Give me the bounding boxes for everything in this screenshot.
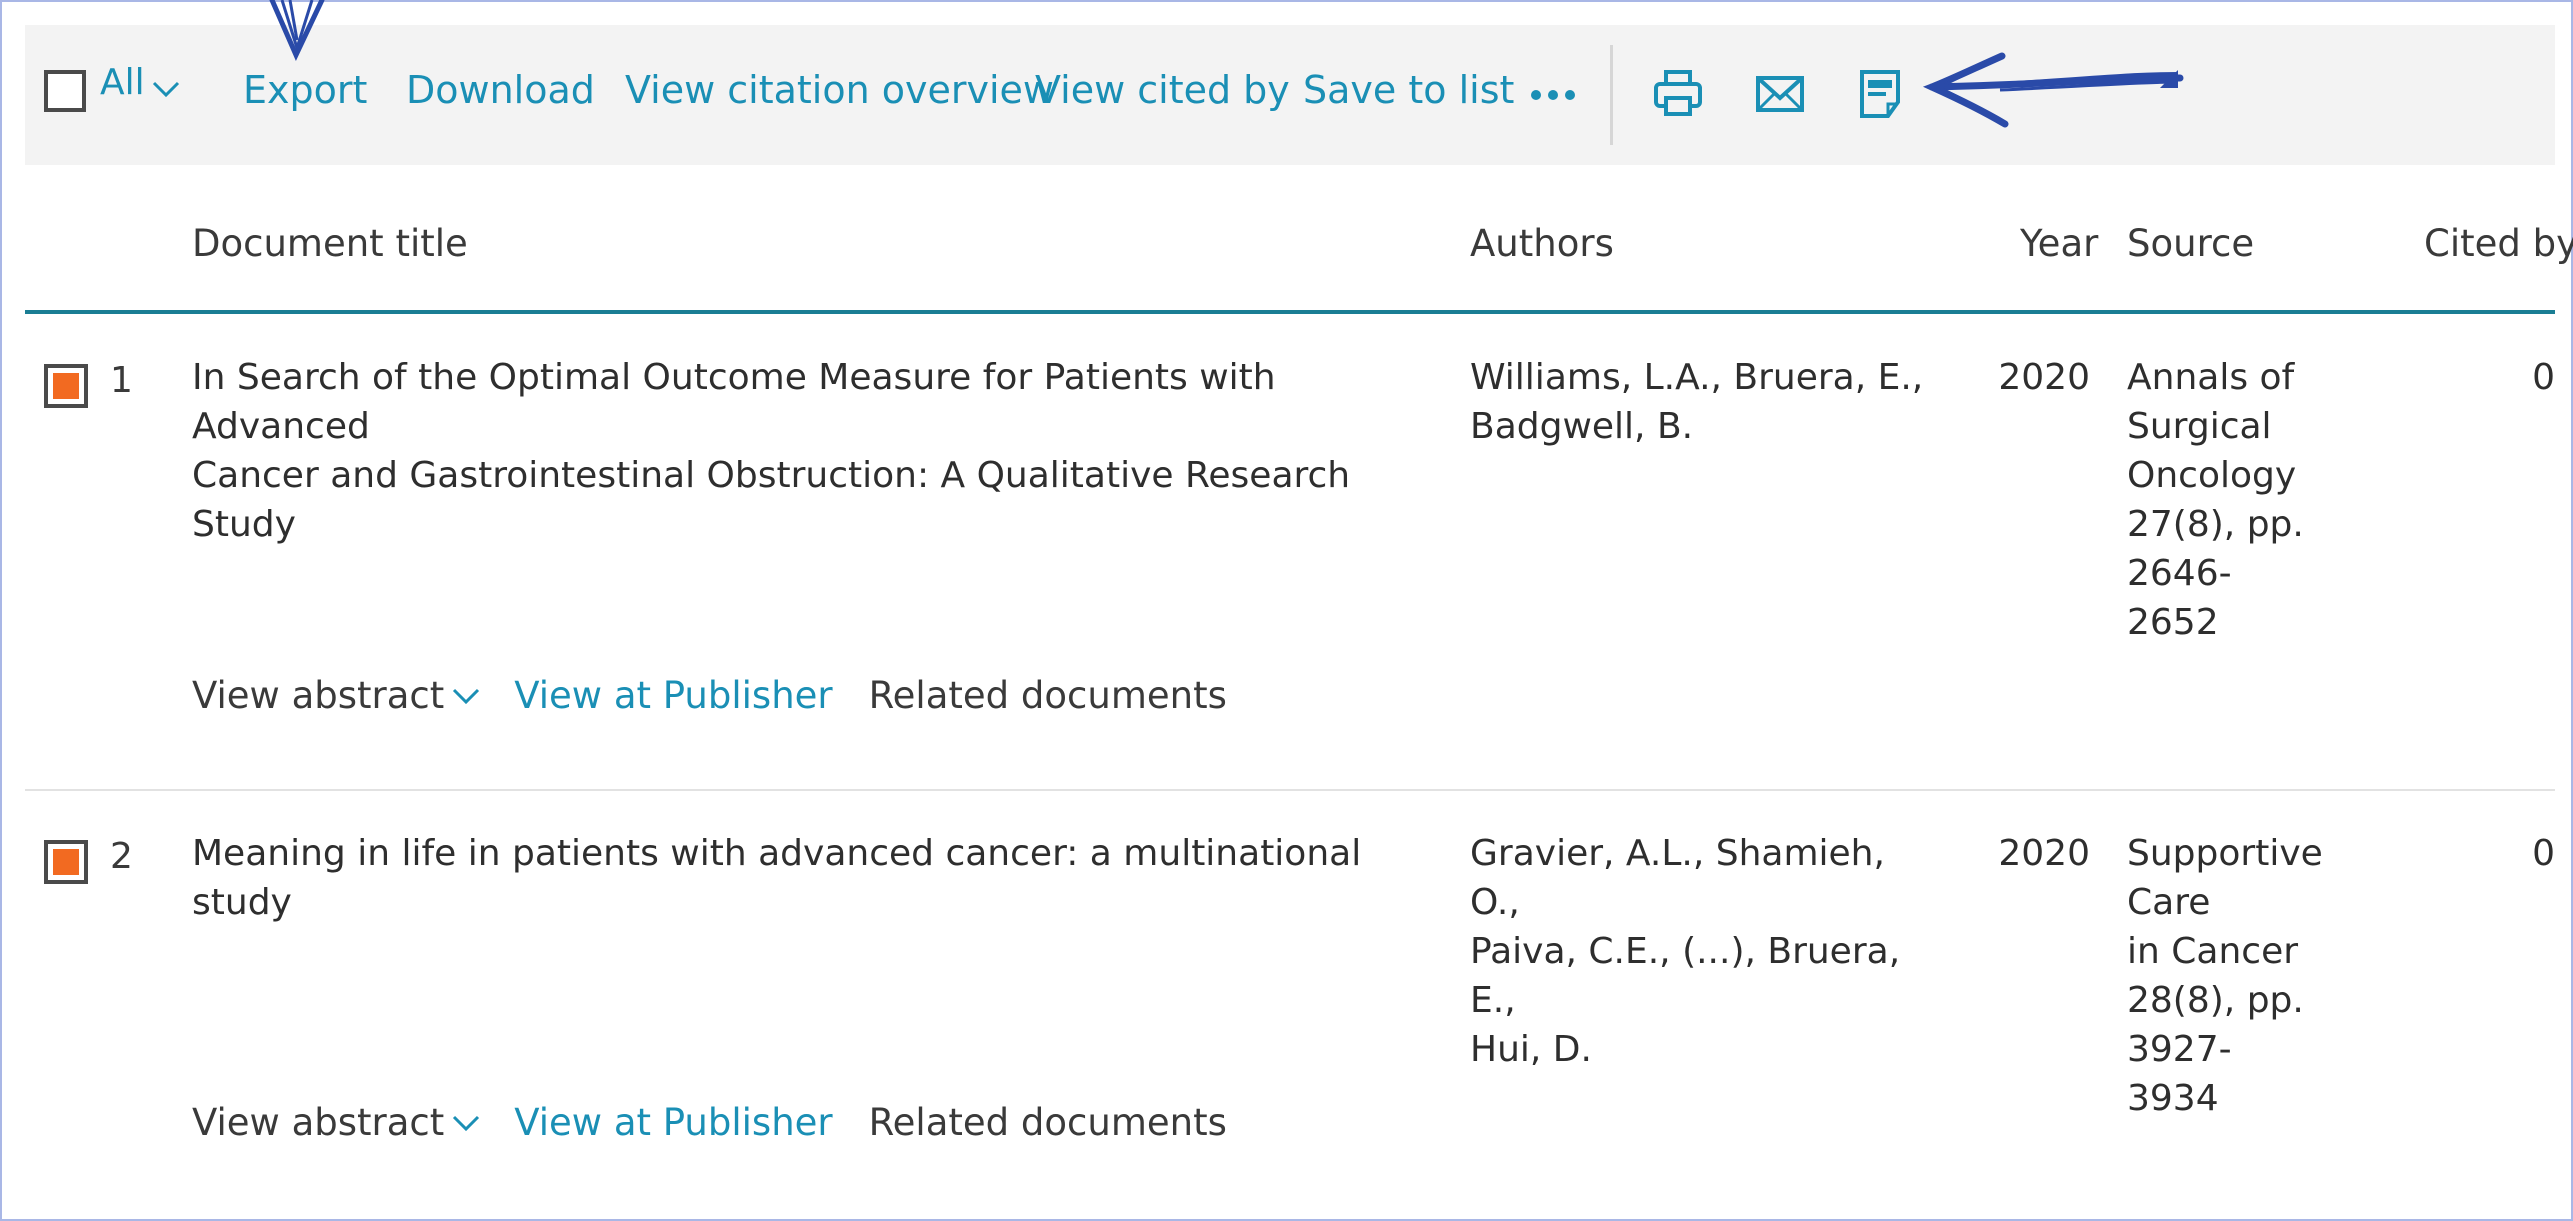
related-documents-link[interactable]: Related documents xyxy=(869,674,1227,717)
authors-cell: Gravier, A.L., Shamieh, O., Paiva, C.E.,… xyxy=(1470,829,1940,1074)
results-toolbar xyxy=(25,25,2555,165)
view-abstract-toggle[interactable]: View abstract xyxy=(192,1101,444,1144)
year-cell: 2020 xyxy=(1998,833,2090,874)
view-at-publisher-link[interactable]: View at Publisher xyxy=(514,674,832,717)
column-header-cited-by[interactable]: Cited by xyxy=(2424,222,2573,265)
view-citation-overview-link[interactable]: View citation overview xyxy=(625,68,1054,112)
row-number: 2 xyxy=(110,836,133,877)
download-link[interactable]: Download xyxy=(406,68,595,112)
column-header-year[interactable]: Year xyxy=(2020,222,2098,265)
view-at-publisher-link[interactable]: View at Publisher xyxy=(514,1101,832,1144)
view-cited-by-link[interactable]: View cited by xyxy=(1035,68,1290,112)
select-all-checkbox[interactable] xyxy=(44,70,86,112)
row-actions: View abstract View at Publisher Related do… xyxy=(192,672,1227,717)
source-line: Supportive Care xyxy=(2127,833,2323,923)
chevron-down-icon[interactable] xyxy=(152,80,180,98)
author-line[interactable]: Paiva, C.E., (...), Bruera, E., xyxy=(1470,927,1940,1025)
authors-cell: Williams, L.A., Bruera, E., Badgwell, B. xyxy=(1470,353,1940,451)
chevron-down-icon[interactable] xyxy=(452,1114,480,1132)
author-line[interactable]: Gravier, A.L., Shamieh, O., xyxy=(1470,829,1940,927)
title-line: Cancer and Gastrointestinal Obstruction:… xyxy=(192,455,1351,545)
cited-by-count: 0 xyxy=(2532,357,2555,398)
related-documents-link[interactable]: Related documents xyxy=(869,1101,1227,1144)
author-line[interactable]: Hui, D. xyxy=(1470,1025,1940,1074)
source-line: 27(8), pp. 2646- xyxy=(2127,504,2304,594)
row-checkbox[interactable] xyxy=(44,840,88,884)
source-line: 28(8), pp. 3927- xyxy=(2127,980,2304,1070)
document-title-link[interactable]: In Search of the Optimal Outcome Measure… xyxy=(192,353,1442,549)
save-to-list-link[interactable]: Save to list xyxy=(1303,68,1514,112)
row-number: 1 xyxy=(110,360,133,401)
row-actions: View abstract View at Publisher Related do… xyxy=(192,1099,1227,1144)
title-line: In Search of the Optimal Outcome Measure… xyxy=(192,357,1276,447)
title-line: Meaning in life in patients with advance… xyxy=(192,833,1362,923)
select-all-dropdown[interactable]: All xyxy=(100,62,145,103)
source-line: Annals of xyxy=(2127,357,2295,398)
source-line: in Cancer xyxy=(2127,931,2299,972)
author-line[interactable]: Williams, L.A., Bruera, E., xyxy=(1470,353,1940,402)
header-divider xyxy=(25,310,2555,314)
print-icon[interactable] xyxy=(1652,68,1704,120)
column-header-title[interactable]: Document title xyxy=(192,222,468,265)
row-checkbox[interactable] xyxy=(44,364,88,408)
cited-by-count: 0 xyxy=(2532,833,2555,874)
chevron-down-icon[interactable] xyxy=(452,687,480,705)
source-cell[interactable]: Supportive Care in Cancer 28(8), pp. 392… xyxy=(2127,829,2417,1123)
more-icon[interactable] xyxy=(1528,84,1578,106)
pdf-icon[interactable] xyxy=(1854,68,1906,120)
view-abstract-toggle[interactable]: View abstract xyxy=(192,674,444,717)
document-title-link[interactable]: Meaning in life in patients with advance… xyxy=(192,829,1442,927)
toolbar-divider xyxy=(1610,45,1613,145)
year-cell: 2020 xyxy=(1998,357,2090,398)
export-link[interactable]: Export xyxy=(243,68,367,112)
checkbox-checked-fill xyxy=(53,373,79,399)
source-line: Oncology xyxy=(2127,455,2297,496)
source-line: 2652 xyxy=(2127,602,2219,643)
source-cell[interactable]: Annals of Surgical Oncology 27(8), pp. 2… xyxy=(2127,353,2417,647)
row-divider xyxy=(25,789,2555,791)
author-line[interactable]: Badgwell, B. xyxy=(1470,402,1940,451)
source-line: Surgical xyxy=(2127,406,2272,447)
email-icon[interactable] xyxy=(1754,68,1806,120)
column-header-source[interactable]: Source xyxy=(2127,222,2254,265)
column-header-authors[interactable]: Authors xyxy=(1470,222,1614,265)
checkbox-checked-fill xyxy=(53,849,79,875)
source-line: 3934 xyxy=(2127,1078,2219,1119)
